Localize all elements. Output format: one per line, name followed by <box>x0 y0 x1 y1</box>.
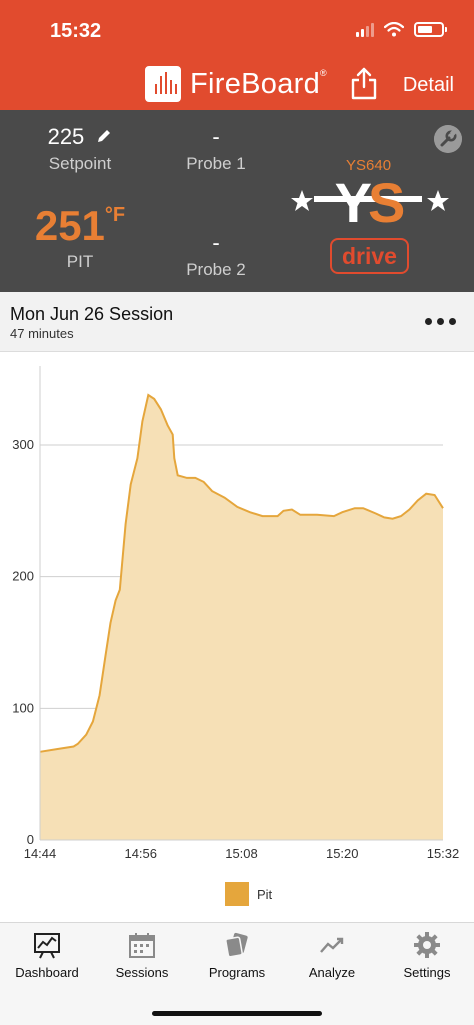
wifi-icon <box>384 22 404 37</box>
chart-legend: Pit <box>225 882 272 906</box>
session-title: Mon Jun 26 Session <box>10 304 174 324</box>
detail-button[interactable]: Detail <box>403 74 454 97</box>
drive-logo: drive <box>330 238 409 274</box>
status-time: 15:32 <box>50 20 102 42</box>
star-right-icon <box>427 190 449 211</box>
legend-label-pit: Pit <box>257 886 273 902</box>
ys-logo: YS <box>291 172 449 230</box>
brand-title: FireBoard® <box>190 68 327 100</box>
fireboard-logo-icon <box>145 66 181 102</box>
pit-value: 251°F <box>34 202 126 249</box>
probe2-label: Probe 2 <box>186 260 246 279</box>
probe1-label: Probe 1 <box>186 154 246 173</box>
tab-dashboard[interactable]: Dashboard <box>0 931 94 980</box>
tab-label-programs: Programs <box>208 965 266 980</box>
trend-icon <box>320 937 344 953</box>
probe1-value: - <box>212 124 220 149</box>
pencil-icon[interactable] <box>96 128 112 144</box>
setpoint-value-row: 225 <box>30 124 130 150</box>
y-tick-label: 300 <box>12 437 34 452</box>
chart-svg: 0 100 200 300 14:44 14:56 15:08 15:20 15:32 <box>12 366 460 861</box>
svg-text:YS: YS <box>335 172 404 230</box>
calendar-icon <box>129 933 155 958</box>
y-tick-label: 200 <box>12 569 34 584</box>
tab-settings[interactable]: Settings <box>380 931 474 980</box>
star-left-icon <box>291 190 313 211</box>
x-tick-label: 15:32 <box>427 846 460 861</box>
probe2-cell[interactable]: - Probe 2 <box>166 230 266 280</box>
pit-label: PIT <box>66 252 94 271</box>
probe2-value: - <box>212 230 220 255</box>
legend-swatch-pit <box>225 882 249 906</box>
tab-label-dashboard: Dashboard <box>15 965 79 980</box>
session-duration: 47 minutes <box>10 326 74 341</box>
tab-analyze[interactable]: Analyze <box>285 931 379 980</box>
setpoint-label: Setpoint <box>48 154 112 173</box>
gear-icon <box>414 932 440 958</box>
battery-icon <box>414 22 447 37</box>
x-tick-label: 15:08 <box>225 846 258 861</box>
pit-area <box>40 395 443 840</box>
dashboard-icon <box>34 933 60 959</box>
x-tick-label: 14:56 <box>124 846 157 861</box>
x-tick-label: 14:44 <box>24 846 57 861</box>
tab-programs[interactable]: Programs <box>190 931 284 980</box>
temperature-chart[interactable]: 0 100 200 300 14:44 14:56 15:08 15:20 15:32 Pit <box>0 352 474 922</box>
app-header: 15:32 FireBoard® Detail <box>0 0 474 110</box>
wrench-icon[interactable] <box>434 125 462 153</box>
setpoint-cell[interactable]: 225 Setpoint <box>30 124 130 174</box>
home-indicator <box>152 1011 322 1016</box>
tab-label-settings: Settings <box>403 965 451 980</box>
x-tick-label: 15:20 <box>326 846 359 861</box>
tab-label-analyze: Analyze <box>308 965 356 980</box>
pit-cell[interactable]: 251°F PIT <box>20 202 140 272</box>
cards-icon <box>225 932 248 958</box>
tab-label-sessions: Sessions <box>115 965 169 980</box>
probe1-cell[interactable]: - Probe 1 <box>166 124 266 174</box>
session-header: Mon Jun 26 Session 47 minutes <box>0 292 474 352</box>
tab-sessions[interactable]: Sessions <box>95 931 189 980</box>
share-icon[interactable] <box>350 66 378 100</box>
tab-bar: Dashboard Sessions Programs Analyze Sett… <box>0 922 474 1025</box>
more-options-icon[interactable] <box>425 318 456 325</box>
setpoint-value: 225 <box>47 124 85 149</box>
status-icons <box>356 22 447 37</box>
cellular-signal-icon <box>356 22 374 37</box>
probe-panel: 225 Setpoint - Probe 1 251°F PIT - Probe… <box>0 110 474 292</box>
y-tick-label: 100 <box>12 700 34 715</box>
y-tick-label: 0 <box>27 832 34 847</box>
